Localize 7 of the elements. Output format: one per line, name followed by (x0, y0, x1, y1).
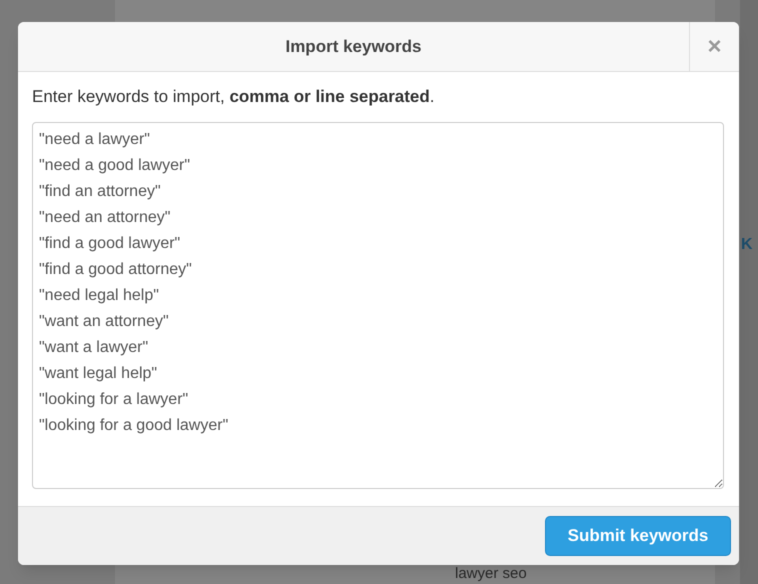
instructions-text: Enter keywords to import, comma or line separated. (32, 86, 436, 108)
dialog-title: Import keywords (285, 36, 422, 58)
link-text[interactable]: K (741, 233, 753, 257)
close-button[interactable]: × (689, 22, 739, 71)
dropdown-value[interactable]: lawyer seo (455, 565, 527, 583)
submit-button[interactable]: Submit keywords (545, 516, 731, 556)
keywords-field[interactable]: "need a lawyer" "need a good lawyer" "find an attorney" "need an attorney" "find a good lawyer" "find a good attorney" "need legal help" "want an attorney" "want a lawyer" "want legal help" "looking for a lawyer" "looking for a good lawyer" (32, 122, 724, 489)
